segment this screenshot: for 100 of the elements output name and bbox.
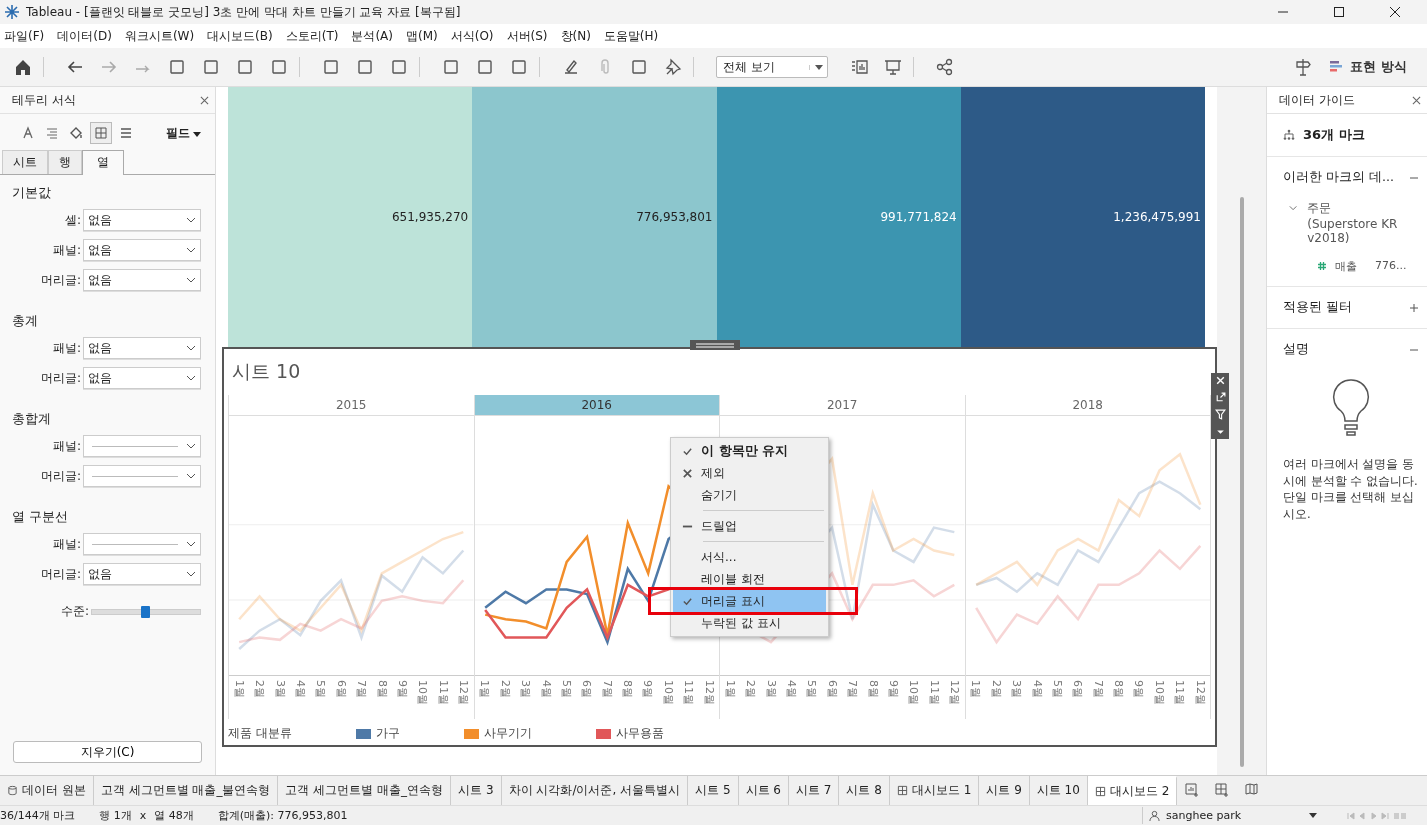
highlight-cell: 651,935,270 xyxy=(228,87,473,347)
chevron-down-icon xyxy=(186,277,196,283)
month-label: 4월 xyxy=(293,679,308,700)
status-text: 36/144개 마크 xyxy=(0,808,76,823)
clear-button[interactable]: 지우기(C) xyxy=(13,741,202,763)
user-dropdown[interactable]: sanghee park xyxy=(1142,807,1323,824)
filter-icon[interactable] xyxy=(1214,409,1226,420)
year-header[interactable]: 2017 xyxy=(720,395,965,416)
month-label: 1월 xyxy=(968,679,984,700)
status-text: 합계(매출): 776,953,801 xyxy=(217,808,348,823)
menu-option[interactable]: 머리글 표시 xyxy=(673,590,826,612)
month-label: 9월 xyxy=(640,679,656,700)
borders-icon[interactable] xyxy=(90,122,112,144)
dropdown-field[interactable] xyxy=(83,533,201,555)
month-label: 9월 xyxy=(885,679,901,700)
dropdown-field[interactable]: 없음 xyxy=(83,239,201,261)
month-label: 6월 xyxy=(1070,679,1086,700)
year-header[interactable]: 2015 xyxy=(229,395,474,416)
field-label: 셀: xyxy=(64,211,81,229)
month-label: 2월 xyxy=(497,679,513,700)
dropdown-field[interactable] xyxy=(83,465,201,487)
month-label: 7월 xyxy=(599,679,615,700)
hierarchy-icon xyxy=(1283,129,1295,141)
month-label: 8월 xyxy=(620,679,635,700)
caret-icon xyxy=(193,131,201,137)
menu-item[interactable]: 맵(M) xyxy=(402,27,447,45)
field-label: 머리글: xyxy=(40,565,81,583)
month-label: 7월 xyxy=(845,679,861,700)
menu-option[interactable]: 이 항목만 유지 xyxy=(673,440,826,462)
chevron-down-icon xyxy=(186,541,196,547)
menu-item[interactable]: 서식(O) xyxy=(446,27,503,45)
caret-icon xyxy=(1309,813,1317,818)
datasource-name: 주문 (Superstore KR v2018) xyxy=(1307,200,1399,245)
new-dashboard-icon[interactable] xyxy=(1214,782,1231,798)
new-story-icon[interactable] xyxy=(1244,782,1261,798)
menu-option[interactable]: 레이블 회전 xyxy=(673,568,826,590)
legend-title: 제품 대분류 xyxy=(228,725,292,742)
pin-icon[interactable] xyxy=(663,57,694,77)
share-icon[interactable] xyxy=(935,57,955,77)
close-icon[interactable] xyxy=(1389,6,1401,18)
user-icon xyxy=(1149,810,1160,821)
menu-item[interactable]: 스토리(T) xyxy=(281,27,348,45)
database-icon xyxy=(7,785,18,796)
field-label: 머리글: xyxy=(40,369,81,387)
month-label: 1월 xyxy=(477,679,493,700)
month-label: 8월 xyxy=(1111,679,1126,700)
description-text: 여러 마크에서 설명을 동시에 분석할 수 없습니다. 단일 마크를 선택해 보십시오. xyxy=(1283,456,1419,523)
menu-option[interactable]: 누락된 값 표시 xyxy=(673,612,826,634)
month-label: 4월 xyxy=(538,679,554,700)
scrollbar[interactable] xyxy=(1239,197,1244,767)
menu-item[interactable]: 창(N) xyxy=(556,27,600,45)
maximize-icon[interactable] xyxy=(1333,6,1345,18)
presentation-icon[interactable] xyxy=(883,57,914,77)
legend-label: 가구 xyxy=(375,725,400,742)
month-label: 5월 xyxy=(1049,679,1065,700)
dropdown-field[interactable]: 없음 xyxy=(83,337,201,359)
status-text: 행 1개 xyxy=(99,808,132,823)
menu-item[interactable]: 분석(A) xyxy=(347,27,402,45)
menu-option[interactable]: 제외 xyxy=(673,462,826,484)
chevron-down-icon xyxy=(186,247,196,253)
section-title: 설명 xyxy=(1283,341,1309,358)
dropdown-field[interactable]: 없음 xyxy=(83,209,201,231)
pane-tab[interactable]: 열 xyxy=(82,150,124,175)
dropdown-field[interactable]: 없음 xyxy=(83,269,201,291)
field-label: 패널: xyxy=(52,437,81,455)
show-me-button[interactable]: 표현 방식 xyxy=(1320,56,1415,78)
add-icon[interactable] xyxy=(1409,302,1419,313)
menu-option[interactable]: 드릴업 xyxy=(673,515,826,537)
chevron-down-icon xyxy=(186,571,196,577)
remove-icon[interactable] xyxy=(1214,375,1226,386)
field-dropdown[interactable]: 필드 xyxy=(166,124,201,142)
year-header[interactable]: 2016 xyxy=(474,395,719,416)
menu-option[interactable]: 숨기기 xyxy=(673,484,826,506)
menu-item[interactable]: 파일(F) xyxy=(0,27,54,45)
grid-icon xyxy=(1094,786,1106,797)
chevron-down-icon[interactable] xyxy=(1289,205,1298,211)
menu-item[interactable]: 서버(S) xyxy=(502,27,557,45)
resize-handle-icon[interactable] xyxy=(690,340,740,350)
dropdown-field[interactable] xyxy=(83,435,201,457)
menu-item[interactable]: 데이터(D) xyxy=(53,27,121,45)
sheet-tab[interactable]: 대시보드 2 xyxy=(1087,776,1178,805)
menu-item[interactable]: 워크시트(W) xyxy=(120,27,204,45)
pane-tab[interactable]: 시트 xyxy=(2,150,48,174)
window-title: Tableau - [플랜잇 태블로 굿모닝] 3초 만에 막대 차트 만들기 교육 자료 [복구됨] xyxy=(26,3,461,21)
show-cards-icon[interactable] xyxy=(849,57,869,77)
menu-item[interactable]: 대시보드(B) xyxy=(203,27,282,45)
menu-option[interactable]: 서식... xyxy=(673,546,826,568)
menu-item[interactable]: 도움말(H) xyxy=(599,27,668,45)
external-link-icon[interactable] xyxy=(1214,392,1226,403)
pane-tab[interactable]: 행 xyxy=(48,150,82,174)
dropdown-field[interactable]: 없음 xyxy=(83,367,201,389)
field-name: 매출 xyxy=(1335,259,1357,274)
slider-thumb[interactable] xyxy=(141,605,150,618)
year-header[interactable]: 2018 xyxy=(965,395,1210,416)
signpost-icon[interactable] xyxy=(1293,57,1314,77)
new-sheet-icon[interactable] xyxy=(1184,782,1201,798)
home-icon[interactable] xyxy=(13,57,44,77)
bars-icon xyxy=(1328,59,1345,75)
view-select[interactable]: 전체 보기 xyxy=(716,56,828,78)
dropdown-field[interactable]: 없음 xyxy=(83,563,201,585)
